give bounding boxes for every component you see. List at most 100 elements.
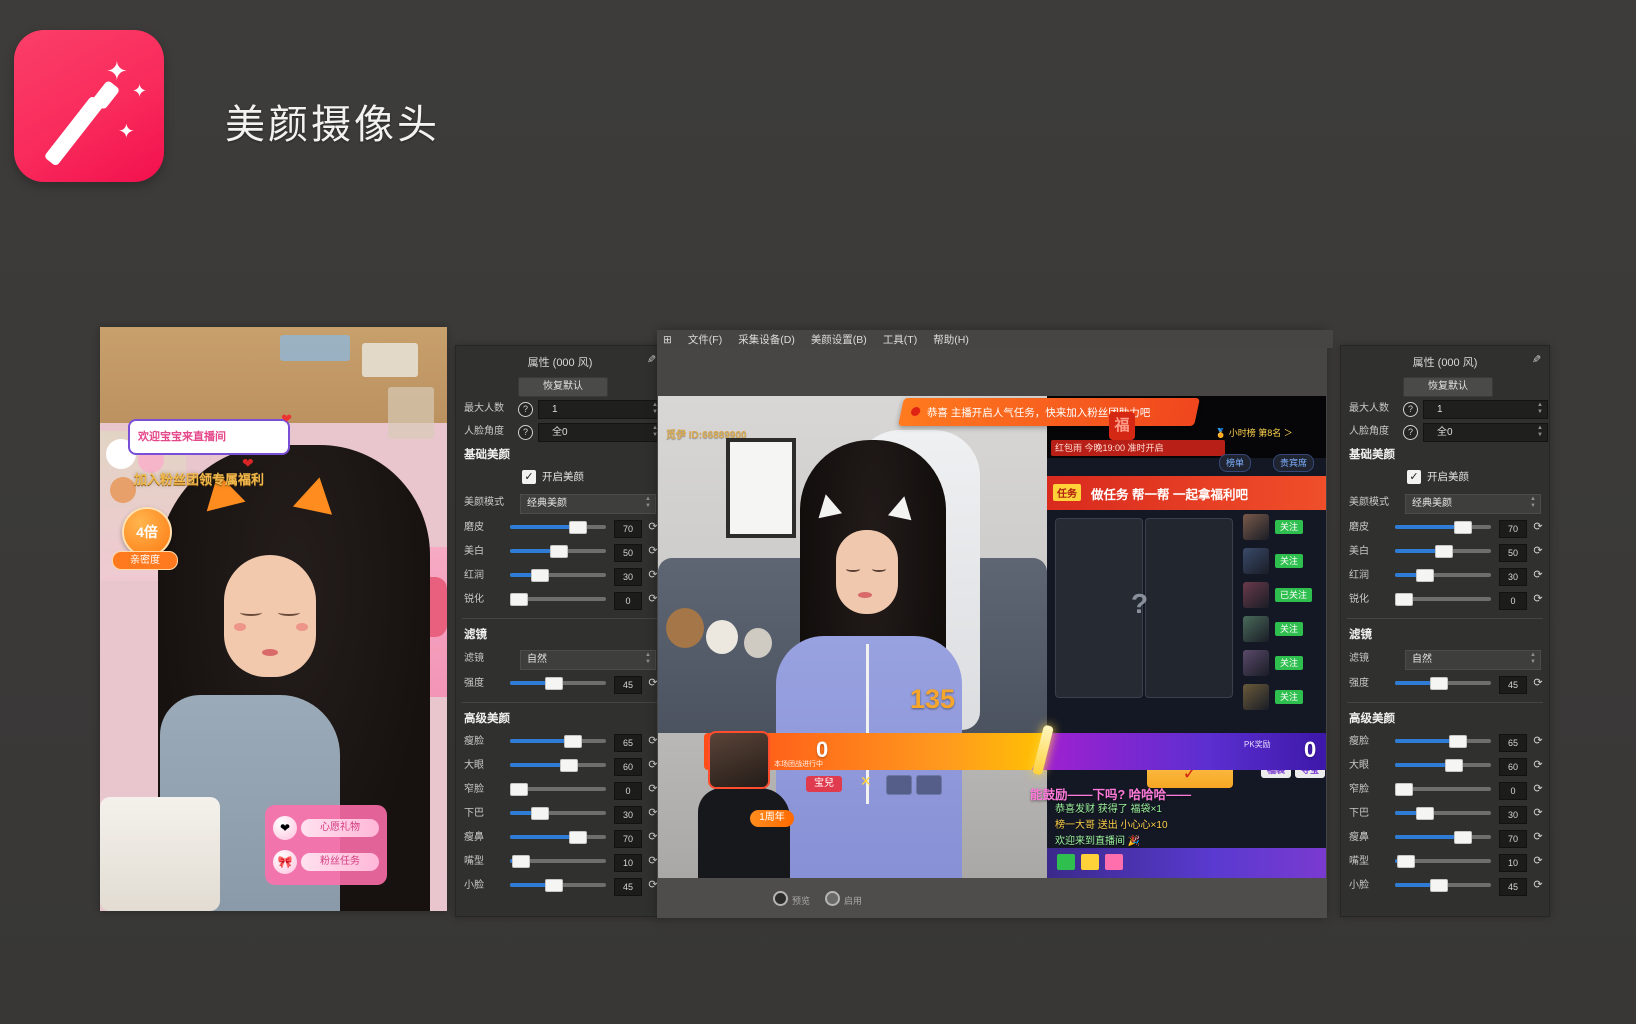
menu-item-3[interactable]: 美颜设置(B) [811,331,867,349]
enable-toggle[interactable]: 启用 [825,891,862,907]
slider-handle[interactable] [1445,759,1463,772]
slider-handle[interactable] [1416,569,1434,582]
restore-defaults-button[interactable]: 恢复默认 [1403,377,1493,397]
slider-track[interactable] [1395,573,1491,577]
reset-icon[interactable]: ⟳ [1531,568,1545,582]
number-input[interactable]: 全0▲ ▼ [538,423,663,442]
menu-item-1[interactable]: 文件(F) [688,331,722,349]
slider-track[interactable] [510,573,606,577]
user-row[interactable]: 关注 [1243,514,1323,544]
slider-track[interactable] [1395,859,1491,863]
slider-track[interactable] [510,883,606,887]
slider-handle[interactable] [531,807,549,820]
slider-track[interactable] [1395,883,1491,887]
hour-rank[interactable]: 🏅 小时榜 第8名 ＞ [1215,426,1293,439]
user-row[interactable]: 关注 [1243,684,1323,714]
slider-handle[interactable] [550,545,568,558]
slider-handle[interactable] [560,759,578,772]
follow-button[interactable]: 已关注 [1275,588,1312,602]
slider-handle[interactable] [1449,735,1467,748]
help-icon[interactable]: ? [1403,402,1418,417]
slider-track[interactable] [1395,525,1491,529]
spinner-icon[interactable]: ▲ ▼ [1535,402,1545,416]
preview-toggle[interactable]: 预览 [773,891,810,907]
chevron-updown-icon[interactable]: ▲ ▼ [1528,496,1538,510]
slider-handle[interactable] [510,783,528,796]
slider-track[interactable] [510,859,606,863]
slider-handle[interactable] [569,521,587,534]
slider-track[interactable] [1395,763,1491,767]
restore-defaults-button[interactable]: 恢复默认 [518,377,608,397]
slider-handle[interactable] [545,677,563,690]
slider-handle[interactable] [1416,807,1434,820]
number-input[interactable]: 全0▲ ▼ [1423,423,1548,442]
slider-handle[interactable] [1397,855,1415,868]
chevron-updown-icon[interactable]: ▲ ▼ [1528,652,1538,666]
slider-track[interactable] [510,739,606,743]
slider-track[interactable] [510,525,606,529]
reset-icon[interactable]: ⟳ [1531,676,1545,690]
slider-track[interactable] [1395,597,1491,601]
slider-track[interactable] [510,681,606,685]
tool-slot[interactable] [886,775,912,795]
follow-button[interactable]: 关注 [1275,622,1303,636]
reset-icon[interactable]: ⟳ [1531,520,1545,534]
slider-handle[interactable] [531,569,549,582]
number-input[interactable]: 1▲ ▼ [538,400,663,419]
gift-row[interactable]: ❤心愿礼物 [273,815,379,841]
slider-handle[interactable] [545,879,563,892]
slider-track[interactable] [510,597,606,601]
number-input[interactable]: 1▲ ▼ [1423,400,1548,419]
slider-track[interactable] [510,811,606,815]
user-row[interactable]: 关注 [1243,548,1323,578]
tool-slot[interactable] [916,775,942,795]
slider-track[interactable] [510,787,606,791]
slider-handle[interactable] [512,855,530,868]
slider-handle[interactable] [1454,831,1472,844]
follow-button[interactable]: 关注 [1275,520,1303,534]
slider-handle[interactable] [1430,879,1448,892]
dropdown-select[interactable]: 经典美颜▲ ▼ [1405,494,1541,514]
slider-handle[interactable] [1430,677,1448,690]
help-icon[interactable]: ? [518,425,533,440]
slider-track[interactable] [1395,835,1491,839]
user-row[interactable]: 关注 [1243,650,1323,680]
follow-button[interactable]: 关注 [1275,656,1303,670]
follow-button[interactable]: 关注 [1275,690,1303,704]
user-row[interactable]: 已关注 [1243,582,1323,612]
mystery-box-left[interactable] [1055,518,1143,698]
slider-handle[interactable] [564,735,582,748]
mystery-box-right[interactable] [1145,518,1233,698]
dropdown-select[interactable]: 经典美颜▲ ▼ [520,494,656,514]
slider-track[interactable] [510,835,606,839]
app-icon[interactable]: ✦ ✦ ✦ [14,30,164,182]
chevron-updown-icon[interactable]: ▲ ▼ [643,496,653,510]
slider-track[interactable] [1395,811,1491,815]
reset-icon[interactable]: ⟳ [1531,806,1545,820]
slider-track[interactable] [510,763,606,767]
reset-icon[interactable]: ⟳ [1531,782,1545,796]
help-icon[interactable]: ? [518,402,533,417]
reset-icon[interactable]: ⟳ [1531,734,1545,748]
reset-icon[interactable]: ⟳ [1531,544,1545,558]
task-banner[interactable]: 任务 做任务 帮一帮 一起拿福利吧 [1047,476,1326,510]
pencil-icon[interactable]: ✎ [647,353,656,366]
pencil-icon[interactable]: ✎ [1532,353,1541,366]
reset-icon[interactable]: ⟳ [1531,758,1545,772]
slider-handle[interactable] [1395,783,1413,796]
menu-item-2[interactable]: 采集设备(D) [738,331,795,349]
slider-handle[interactable] [1435,545,1453,558]
pk-left-badge[interactable] [708,731,770,789]
spinner-icon[interactable]: ▲ ▼ [1535,425,1545,439]
user-row[interactable]: 关注 [1243,616,1323,646]
reset-icon[interactable]: ⟳ [1531,854,1545,868]
slider-handle[interactable] [510,593,528,606]
slider-track[interactable] [1395,681,1491,685]
slider-track[interactable] [1395,739,1491,743]
beauty-enable-checkbox[interactable]: ✓ [1407,470,1421,484]
help-icon[interactable]: ? [1403,425,1418,440]
reset-icon[interactable]: ⟳ [1531,878,1545,892]
slider-track[interactable] [1395,787,1491,791]
menu-item-4[interactable]: 工具(T) [883,331,917,349]
slider-handle[interactable] [1454,521,1472,534]
